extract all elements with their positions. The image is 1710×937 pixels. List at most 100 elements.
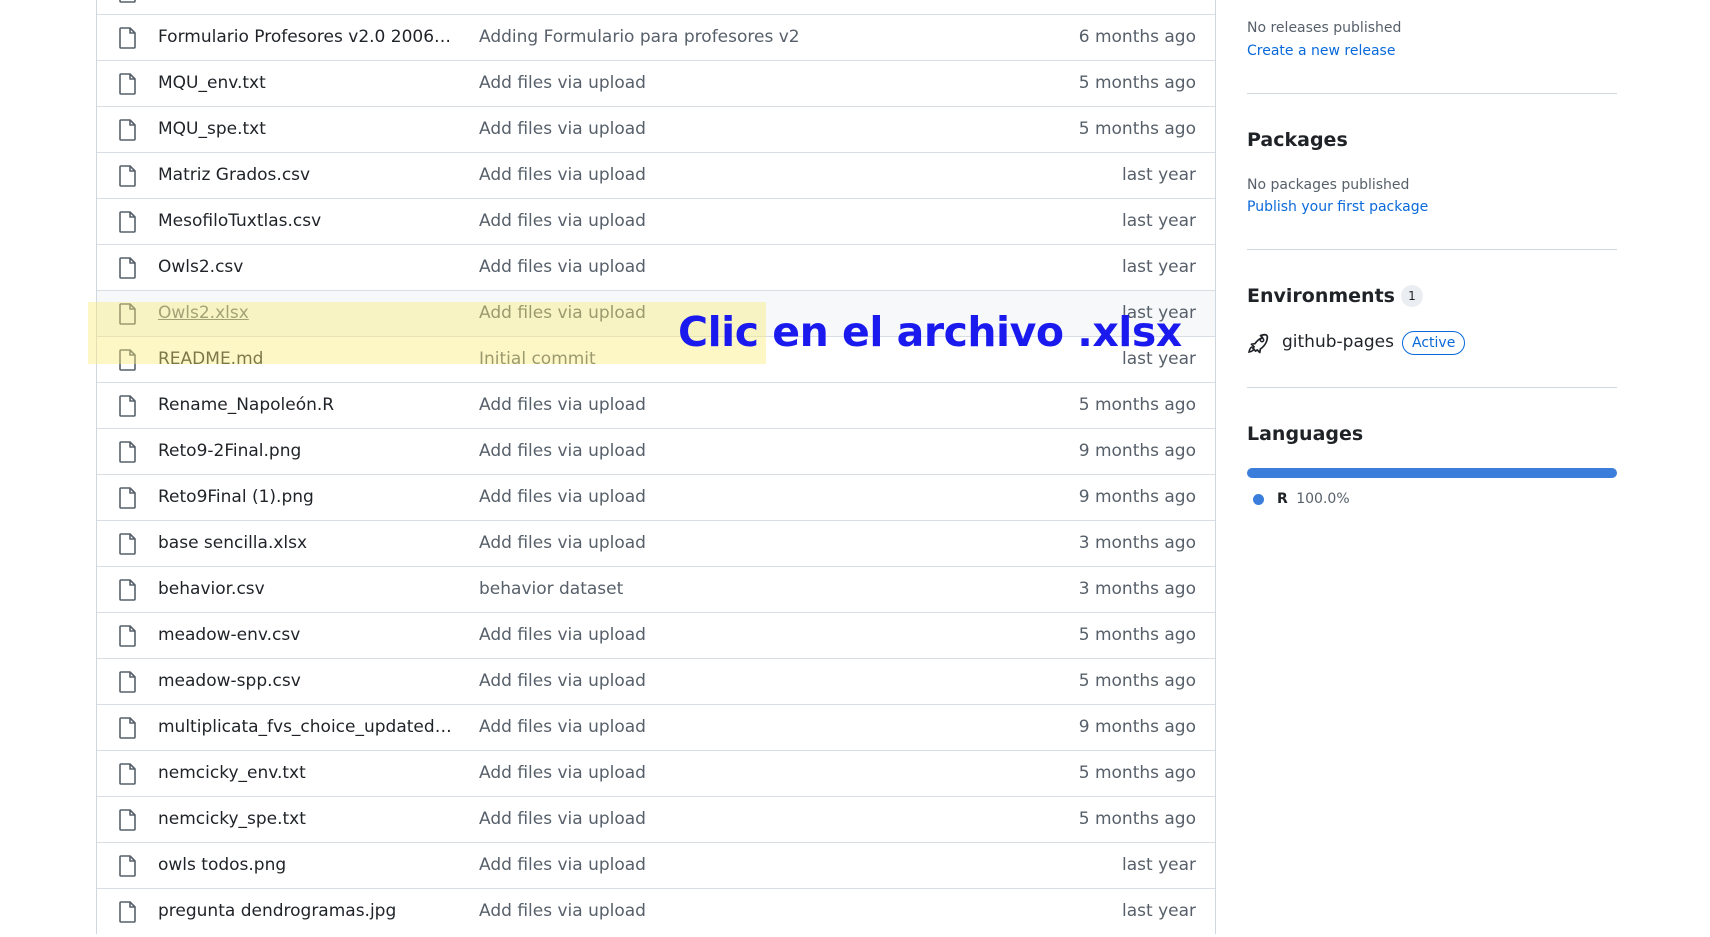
commit-age: last year xyxy=(1122,211,1196,231)
file-name-link[interactable]: behavior.csv xyxy=(158,567,458,612)
commit-message-link[interactable]: Add files via upload xyxy=(479,0,646,14)
environments-header[interactable]: Environments 1 xyxy=(1247,284,1423,309)
file-row[interactable]: pregunta dendrogramas.jpg Add files via … xyxy=(97,888,1215,934)
file-row[interactable]: Reto9-2Final.png Add files via upload 9 … xyxy=(97,428,1215,474)
commit-message-link[interactable]: Add files via upload xyxy=(479,843,646,888)
commit-message-link[interactable]: Add files via upload xyxy=(479,613,646,658)
commit-age: last year xyxy=(1122,901,1196,921)
commit-age: 9 months ago xyxy=(1078,487,1196,507)
commit-age: 5 months ago xyxy=(1078,73,1196,93)
file-row[interactable]: Formulario Profesores v2.0 200622.pdf Ad… xyxy=(97,14,1215,60)
environment-name-link[interactable]: github-pages xyxy=(1282,332,1394,352)
file-icon xyxy=(119,395,136,417)
file-row[interactable]: nemcicky_env.txt Add files via upload 5 … xyxy=(97,750,1215,796)
packages-heading[interactable]: Packages xyxy=(1247,129,1348,151)
publish-package-link[interactable]: Publish your first package xyxy=(1247,199,1428,215)
commit-age: 8 months ago xyxy=(1079,0,1196,14)
commit-message-link[interactable]: Add files via upload xyxy=(479,797,646,842)
file-row[interactable]: behavior.csv behavior dataset 3 months a… xyxy=(97,566,1215,612)
file-row[interactable]: base sencilla.xlsx Add files via upload … xyxy=(97,520,1215,566)
file-name-link[interactable]: Owls2.xlsx xyxy=(158,291,458,336)
commit-message-link[interactable]: Add files via upload xyxy=(479,429,646,474)
file-name-link[interactable]: Reto9Final (1).png xyxy=(158,475,458,520)
file-row[interactable]: MesofiloTuxtlas.csv Add files via upload… xyxy=(97,198,1215,244)
commit-message-link[interactable]: Add files via upload xyxy=(479,61,646,106)
file-name-link[interactable]: Reto9-2Final.png xyxy=(158,429,458,474)
commit-age: 5 months ago xyxy=(1078,395,1196,415)
file-name-link[interactable]: owls todos.png xyxy=(158,843,458,888)
file-icon xyxy=(119,809,136,831)
commit-age: 9 months ago xyxy=(1078,717,1196,737)
commit-message-link[interactable]: Add files via upload xyxy=(479,705,646,750)
file-name-link[interactable]: nemcicky_spe.txt xyxy=(158,797,458,842)
file-row[interactable]: Owls2.csv Add files via upload last year xyxy=(97,244,1215,290)
commit-message-link[interactable]: Add files via upload xyxy=(479,383,646,428)
file-icon xyxy=(119,901,136,923)
commit-message-link[interactable]: behavior dataset xyxy=(479,567,623,612)
file-row[interactable]: Matriz Grados.csv Add files via upload l… xyxy=(97,152,1215,198)
commit-age: last year xyxy=(1122,165,1196,185)
file-name-link[interactable]: Matriz Grados.csv xyxy=(158,153,458,198)
file-icon xyxy=(119,763,136,785)
file-icon xyxy=(119,165,136,187)
file-name-link[interactable]: base sencilla.xlsx xyxy=(158,521,458,566)
commit-message-link[interactable]: Add files via upload xyxy=(479,291,646,336)
file-name-link[interactable]: meadow-spp.csv xyxy=(158,659,458,704)
file-name-link[interactable]: MQU_spe.txt xyxy=(158,107,458,152)
commit-age: 5 months ago xyxy=(1078,763,1196,783)
file-name-link[interactable]: nemcicky_env.txt xyxy=(158,751,458,796)
file-list: Examen Final ggplot2-2.png Add files via… xyxy=(96,0,1216,934)
environments-count: 1 xyxy=(1400,284,1423,307)
commit-message-link[interactable]: Add files via upload xyxy=(479,659,646,704)
file-row[interactable]: owls todos.png Add files via upload last… xyxy=(97,842,1215,888)
commit-message-link[interactable]: Add files via upload xyxy=(479,751,646,796)
file-row[interactable]: Rename_Napoleón.R Add files via upload 5… xyxy=(97,382,1215,428)
commit-message-link[interactable]: Add files via upload xyxy=(479,521,646,566)
commit-message-link[interactable]: Add files via upload xyxy=(479,245,646,290)
file-name-link[interactable]: Owls2.csv xyxy=(158,245,458,290)
file-row[interactable]: multiplicata_fvs_choice_updated2020... A… xyxy=(97,704,1215,750)
language-percent: 100.0% xyxy=(1296,491,1350,507)
commit-age: last year xyxy=(1122,257,1196,277)
file-name-link[interactable]: MesofiloTuxtlas.csv xyxy=(158,199,458,244)
file-name-link[interactable]: multiplicata_fvs_choice_updated2020... xyxy=(158,705,458,750)
commit-message-link[interactable]: Initial commit xyxy=(479,337,596,382)
file-row[interactable]: nemcicky_spe.txt Add files via upload 5 … xyxy=(97,796,1215,842)
file-name-link[interactable]: Rename_Napoleón.R xyxy=(158,383,458,428)
divider xyxy=(1247,93,1617,94)
languages-heading: Languages xyxy=(1247,423,1364,445)
file-icon xyxy=(119,303,136,325)
file-row[interactable]: MQU_env.txt Add files via upload 5 month… xyxy=(97,60,1215,106)
file-row[interactable]: meadow-env.csv Add files via upload 5 mo… xyxy=(97,612,1215,658)
file-row[interactable]: Reto9Final (1).png Add files via upload … xyxy=(97,474,1215,520)
commit-message-link[interactable]: Add files via upload xyxy=(479,475,646,520)
packages-note: No packages published xyxy=(1247,177,1410,193)
file-icon xyxy=(119,625,136,647)
file-row[interactable]: meadow-spp.csv Add files via upload 5 mo… xyxy=(97,658,1215,704)
file-name-link[interactable]: pregunta dendrogramas.jpg xyxy=(158,889,458,934)
commit-age: last year xyxy=(1122,855,1196,875)
commit-message-link[interactable]: Adding Formulario para profesores v2 xyxy=(479,15,800,60)
commit-age: 5 months ago xyxy=(1078,625,1196,645)
file-icon xyxy=(119,257,136,279)
commit-message-link[interactable]: Add files via upload xyxy=(479,153,646,198)
environments-heading[interactable]: Environments xyxy=(1247,285,1395,307)
file-icon xyxy=(119,579,136,601)
file-icon xyxy=(119,211,136,233)
commit-age: 9 months ago xyxy=(1078,441,1196,461)
file-name-link[interactable]: README.md xyxy=(158,337,458,382)
file-icon xyxy=(119,0,136,3)
commit-message-link[interactable]: Add files via upload xyxy=(479,199,646,244)
file-name-link[interactable]: meadow-env.csv xyxy=(158,613,458,658)
file-row[interactable]: MQU_spe.txt Add files via upload 5 month… xyxy=(97,106,1215,152)
file-name-link[interactable]: Formulario Profesores v2.0 200622.pdf xyxy=(158,15,458,60)
file-name-link[interactable]: Examen Final ggplot2-2.png xyxy=(158,0,458,14)
commit-message-link[interactable]: Add files via upload xyxy=(479,889,646,934)
commit-message-link[interactable]: Add files via upload xyxy=(479,107,646,152)
language-name: R xyxy=(1277,491,1288,507)
create-release-link[interactable]: Create a new release xyxy=(1247,43,1395,59)
file-row[interactable]: Examen Final ggplot2-2.png Add files via… xyxy=(97,0,1215,14)
divider xyxy=(1247,387,1617,388)
file-name-link[interactable]: MQU_env.txt xyxy=(158,61,458,106)
language-item[interactable]: R 100.0% xyxy=(1277,491,1350,507)
